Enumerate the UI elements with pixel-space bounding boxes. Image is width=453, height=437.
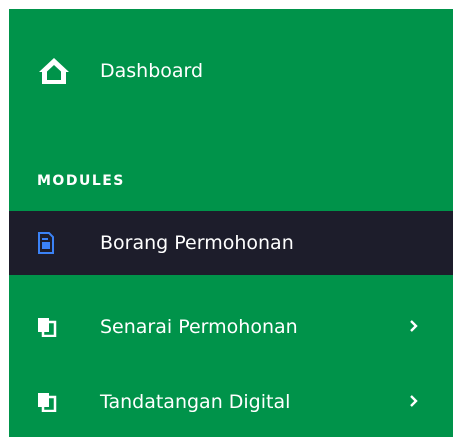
sidebar-item-label: Tandatangan Digital xyxy=(100,391,291,413)
sidebar-item-tandatangan-digital[interactable]: Tandatangan Digital xyxy=(9,370,453,434)
chevron-right-icon xyxy=(409,316,419,338)
copy-icon xyxy=(37,392,57,412)
copy-icon xyxy=(37,317,57,337)
document-icon xyxy=(37,232,55,254)
sidebar-item-senarai-permohonan[interactable]: Senarai Permohonan xyxy=(9,295,453,359)
chevron-right-icon xyxy=(409,391,419,413)
sidebar-item-dashboard[interactable]: Dashboard xyxy=(9,39,453,103)
sidebar-item-label: Senarai Permohonan xyxy=(100,316,298,338)
section-label-modules: MODULES xyxy=(37,173,125,189)
sidebar: Dashboard MODULES Borang Permohonan Sena… xyxy=(9,9,453,437)
sidebar-item-borang-permohonan[interactable]: Borang Permohonan xyxy=(9,211,453,275)
sidebar-item-label: Dashboard xyxy=(100,60,204,82)
home-icon xyxy=(37,56,71,86)
sidebar-item-label: Borang Permohonan xyxy=(100,232,294,254)
